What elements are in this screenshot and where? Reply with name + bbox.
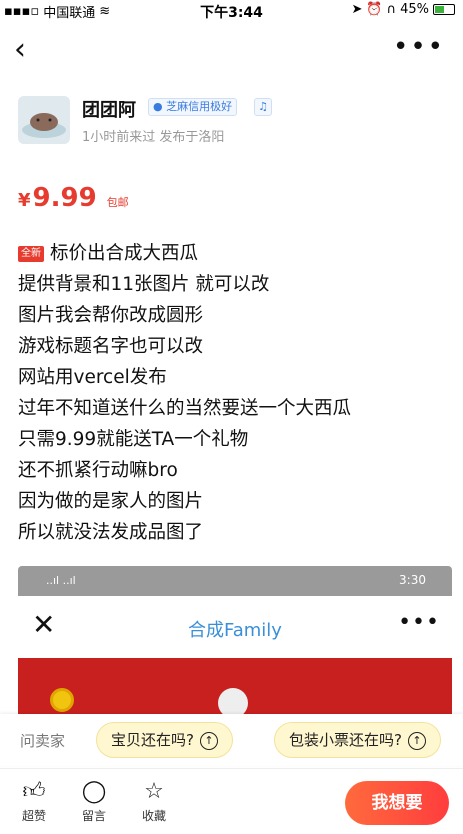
shipping-label: 包邮	[106, 196, 129, 209]
embedded-time: 3:30	[399, 573, 426, 587]
more-icon[interactable]: •••	[393, 32, 445, 62]
description-line: 全新 标价出合成大西瓜	[18, 238, 458, 269]
battery-icon	[433, 4, 455, 15]
credit-badge[interactable]: ● 芝麻信用极好	[148, 98, 238, 116]
seller-meta: 1小时前来过 发布于洛阳	[82, 130, 225, 145]
star-icon: ☆	[144, 779, 164, 804]
description-line: 因为做的是家人的图片	[18, 491, 204, 512]
description-line: 网站用vercel发布	[18, 367, 167, 388]
seller-info[interactable]: 团团阿 ● 芝麻信用极好 ♫ 1小时前来过 发布于洛阳	[18, 92, 448, 152]
comment-button[interactable]: ◯ 留言	[74, 779, 114, 824]
alarm-icon: ⏰	[366, 2, 383, 17]
like-label: 超赞	[21, 809, 46, 823]
item-description: 全新 标价出合成大西瓜 提供背景和11张图片 就可以改 图片我会帮你改成圆形 游戏…	[18, 238, 458, 548]
embedded-more-icon: •••	[398, 610, 440, 635]
price-value: 9.99	[32, 183, 97, 213]
favorite-button[interactable]: ☆ 收藏	[134, 779, 174, 824]
thumbs-up-icon: 👍︎	[22, 779, 46, 804]
headset-icon[interactable]: ♫	[254, 98, 272, 116]
new-tag: 全新	[18, 246, 44, 262]
currency-symbol: ¥	[18, 190, 31, 211]
status-bar: ▪▪▪▫ 中国联通 ≋ 下午3:44 ➤ ⏰ ∩ 45%	[0, 0, 463, 21]
arrow-up-icon: ↑	[199, 732, 218, 750]
credit-badge-label: 芝麻信用极好	[166, 100, 233, 113]
top-nav: ‹ •••	[0, 26, 463, 76]
battery-percent: 45%	[400, 2, 429, 17]
comment-label: 留言	[81, 809, 106, 823]
credit-icon: ●	[153, 100, 163, 113]
description-line: 提供背景和11张图片 就可以改	[18, 274, 270, 295]
embedded-signal-icon: ..ıl ..ıl	[46, 574, 76, 587]
embedded-status-bar: ..ıl ..ıl 3:30	[18, 566, 452, 596]
like-button[interactable]: 👍︎ 超赞	[14, 779, 54, 824]
coin-icon	[50, 688, 74, 712]
arrow-up-icon: ↑	[407, 732, 426, 750]
comment-icon: ◯	[81, 779, 107, 804]
embedded-title: 合成Family	[188, 620, 282, 641]
ask-seller-label: 问卖家	[20, 732, 66, 750]
back-icon[interactable]: ‹	[14, 35, 42, 65]
item-image[interactable]: ..ıl ..ıl 3:30 ✕ 合成Family •••	[18, 566, 452, 726]
description-line: 过年不知道送什么的当然要送一个大西瓜	[18, 398, 352, 419]
embedded-nav: ✕ 合成Family •••	[18, 596, 452, 658]
quick-questions-bar: 问卖家 宝贝还在吗? ↑ 包装小票还在吗? ↑	[0, 714, 463, 766]
description-line: 图片我会帮你改成圆形	[18, 305, 204, 326]
description-line: 所以就没法发成品图了	[18, 522, 204, 543]
price-row: ¥ 9.99 包邮	[18, 183, 129, 217]
headphones-icon: ∩	[386, 2, 397, 17]
description-line: 只需9.99就能送TA一个礼物	[18, 429, 249, 450]
location-icon: ➤	[351, 2, 363, 17]
quick-question-chip[interactable]: 包装小票还在吗? ↑	[274, 722, 441, 758]
avatar[interactable]	[18, 96, 70, 144]
favorite-label: 收藏	[141, 809, 166, 823]
description-line: 游戏标题名字也可以改	[18, 336, 204, 357]
quick-question-chip[interactable]: 宝贝还在吗? ↑	[96, 722, 233, 758]
want-button[interactable]: 我想要	[345, 781, 449, 825]
seller-name[interactable]: 团团阿	[82, 96, 136, 122]
bottom-action-bar: 👍︎ 超赞 ◯ 留言 ☆ 收藏 我想要	[0, 768, 463, 834]
description-line: 还不抓紧行动嘛bro	[18, 460, 178, 481]
